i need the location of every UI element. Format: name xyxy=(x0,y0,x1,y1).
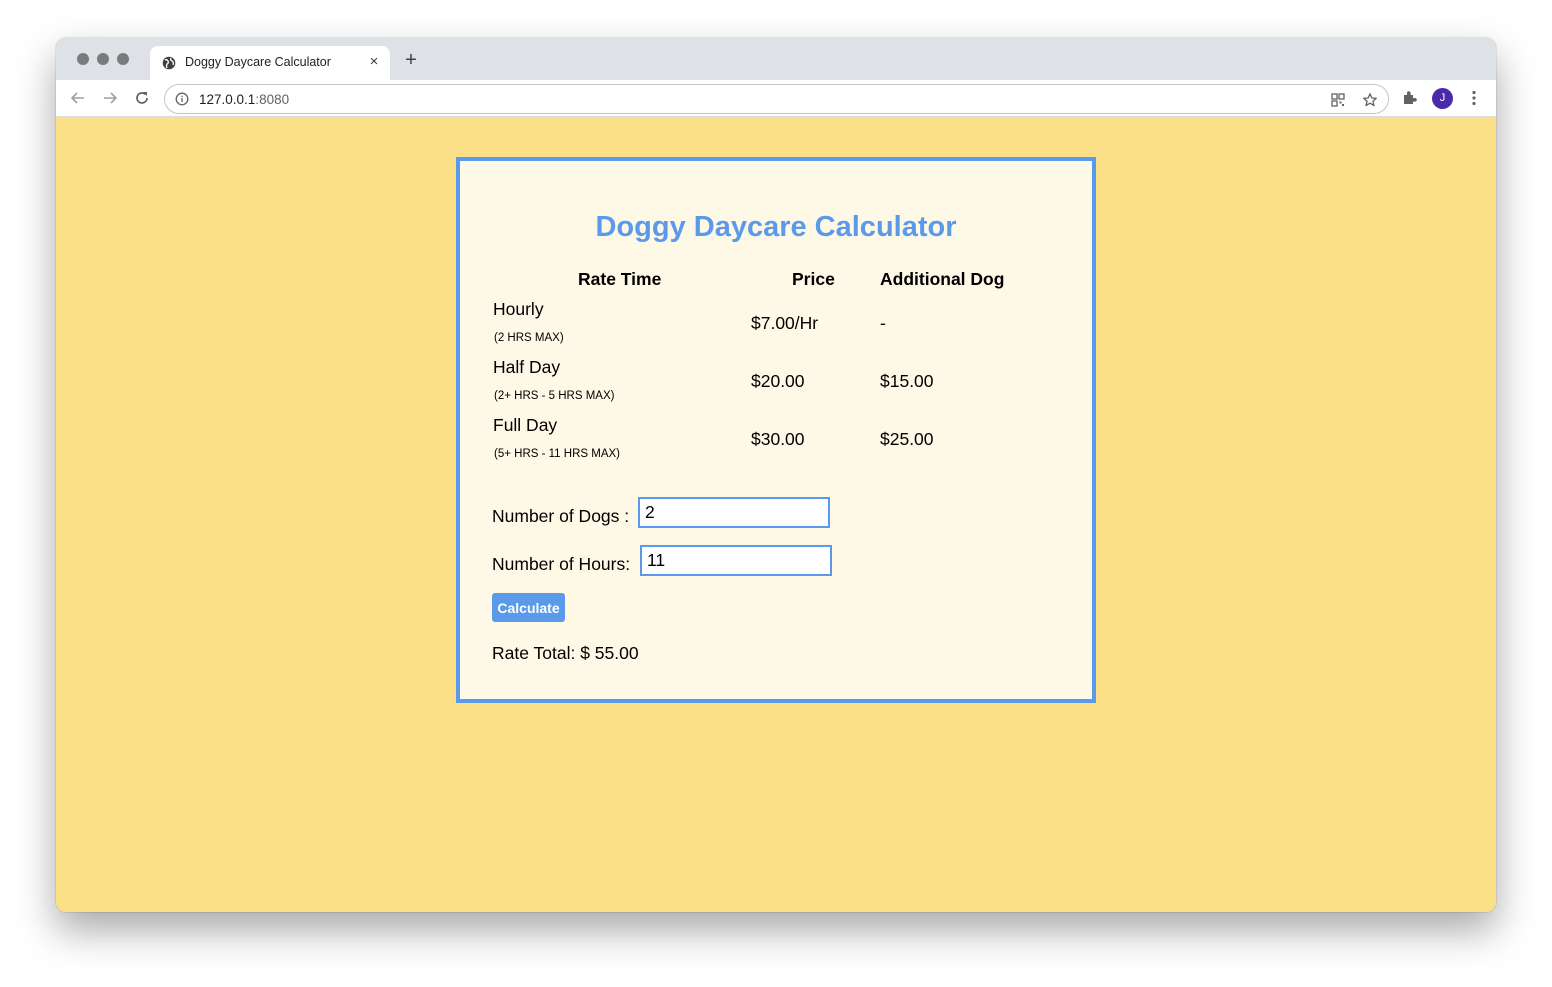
extensions-icon[interactable] xyxy=(1400,88,1420,108)
minimize-window-button[interactable] xyxy=(97,53,109,65)
page-viewport: Doggy Daycare Calculator Rate Time Price… xyxy=(56,117,1496,912)
dogs-label: Number of Dogs : xyxy=(492,506,630,526)
additional-full-day: $25.00 xyxy=(880,429,934,449)
close-window-button[interactable] xyxy=(77,53,89,65)
rate-note-full-day: (5+ HRS - 11 HRS MAX) xyxy=(494,448,620,460)
rate-note-hourly: (2 HRS MAX) xyxy=(494,332,564,344)
rate-total: Rate Total: $ 55.00 xyxy=(492,643,639,663)
header-rate-time: Rate Time xyxy=(578,269,662,289)
zoom-window-button[interactable] xyxy=(117,53,129,65)
qr-code-icon[interactable] xyxy=(1330,92,1346,108)
profile-avatar[interactable]: J xyxy=(1432,88,1453,109)
tab-close-icon[interactable]: × xyxy=(366,53,382,71)
price-half-day: $20.00 xyxy=(751,371,805,391)
browser-toolbar: 127.0.0.1:8080 J xyxy=(56,80,1496,117)
additional-hourly: - xyxy=(880,313,886,333)
url-text: 127.0.0.1:8080 xyxy=(199,92,290,107)
rate-name-full-day: Full Day xyxy=(493,415,558,435)
rate-note-half-day: (2+ HRS - 5 HRS MAX) xyxy=(494,390,615,402)
tab-bar: Doggy Daycare Calculator × + xyxy=(56,38,1496,80)
browser-window: Doggy Daycare Calculator × + 127.0.0.1:8… xyxy=(56,38,1496,912)
address-bar[interactable]: 127.0.0.1:8080 xyxy=(164,84,1389,114)
calculate-button[interactable]: Calculate xyxy=(492,593,565,622)
globe-icon xyxy=(162,56,176,70)
price-hourly: $7.00/Hr xyxy=(751,313,819,333)
tab-title: Doggy Daycare Calculator xyxy=(185,55,331,69)
browser-tab[interactable]: Doggy Daycare Calculator × xyxy=(150,46,390,80)
rate-name-hourly: Hourly xyxy=(493,299,544,319)
header-price: Price xyxy=(792,269,835,289)
price-full-day: $30.00 xyxy=(751,429,805,449)
menu-icon[interactable] xyxy=(1464,88,1484,108)
rate-name-half-day: Half Day xyxy=(493,357,561,377)
dogs-input[interactable] xyxy=(638,497,830,528)
header-additional-dog: Additional Dog xyxy=(880,269,1005,289)
page-title: Doggy Daycare Calculator xyxy=(595,211,957,243)
forward-icon[interactable] xyxy=(100,88,120,108)
info-icon[interactable] xyxy=(175,92,189,106)
calculator-card: Doggy Daycare Calculator Rate Time Price… xyxy=(456,157,1096,703)
additional-half-day: $15.00 xyxy=(880,371,934,391)
reload-icon[interactable] xyxy=(132,88,152,108)
hours-label: Number of Hours: xyxy=(492,554,631,574)
new-tab-button[interactable]: + xyxy=(401,50,421,70)
star-icon[interactable] xyxy=(1362,92,1378,108)
hours-input[interactable] xyxy=(640,545,832,576)
back-icon[interactable] xyxy=(68,88,88,108)
